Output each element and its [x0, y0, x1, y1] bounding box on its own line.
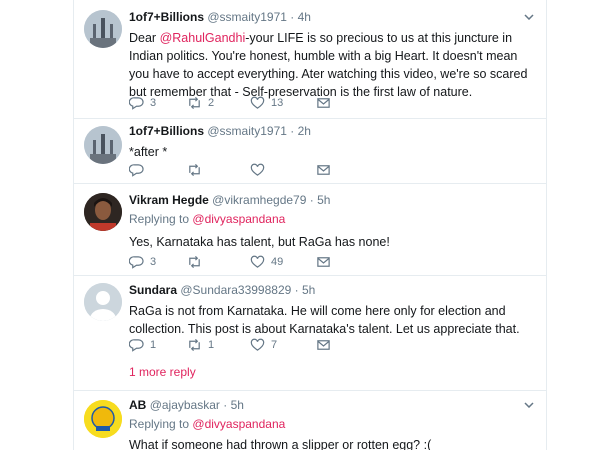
tweet-header: Sundara @Sundara33998829 · 5h: [129, 283, 528, 298]
retweet-button[interactable]: [187, 255, 202, 269]
like-count: 7: [271, 339, 278, 351]
avatar-image: [84, 126, 122, 164]
tweet[interactable]: Vikram Hegde @vikramhegde79 · 5h Replyin…: [74, 183, 546, 276]
display-name[interactable]: Sundara: [129, 283, 177, 297]
reply-count: 1: [150, 339, 157, 351]
replying-to-label: Replying to: [129, 417, 190, 431]
like-icon: [250, 96, 265, 109]
like-button[interactable]: 7: [250, 338, 277, 352]
more-replies-link[interactable]: 1 more reply: [129, 365, 196, 379]
reply-button[interactable]: [129, 163, 144, 177]
reply-icon: [129, 164, 144, 177]
reply-icon: [129, 256, 144, 269]
reply-button[interactable]: 1: [129, 338, 156, 352]
reply-count: 3: [150, 97, 157, 109]
tweet-header: AB @ajaybaskar · 5h: [129, 398, 528, 413]
reply-button[interactable]: 3: [129, 255, 156, 269]
like-count: 49: [271, 256, 284, 268]
timestamp[interactable]: · 5h: [295, 283, 316, 297]
chevron-down-icon[interactable]: [524, 402, 534, 408]
tweet-header: 1of7+Billions @ssmaity1971 · 2h: [129, 124, 528, 139]
reply-button[interactable]: 3: [129, 96, 156, 110]
tweet[interactable]: 1of7+Billions @ssmaity1971 · 4h Dear @Ra…: [74, 0, 546, 119]
replying-to: Replying to @divyaspandana: [129, 211, 528, 227]
timestamp[interactable]: · 2h: [290, 124, 311, 138]
avatar[interactable]: [84, 10, 122, 48]
user-handle[interactable]: @ssmaity1971: [207, 124, 287, 138]
tweet[interactable]: 1of7+Billions @ssmaity1971 · 2h *after *: [74, 118, 546, 184]
user-handle[interactable]: @ajaybaskar: [150, 398, 220, 412]
display-name[interactable]: AB: [129, 398, 146, 412]
mention-link[interactable]: @divyaspandana: [192, 212, 285, 226]
reply-icon: [129, 339, 144, 352]
tweet-text-start: Dear: [129, 31, 160, 45]
avatar[interactable]: [84, 283, 122, 321]
like-button[interactable]: [250, 163, 265, 177]
tweet-text: Yes, Karnataka has talent, but RaGa has …: [129, 235, 390, 249]
tweet-text: RaGa is not from Karnataka. He will come…: [129, 304, 520, 336]
like-icon: [250, 163, 265, 176]
message-icon: [317, 257, 330, 267]
message-icon: [317, 165, 330, 175]
message-icon: [317, 340, 330, 350]
tweet-text: *after *: [129, 145, 168, 159]
tweet[interactable]: AB @ajaybaskar · 5h Replying to @divyasp…: [74, 390, 546, 450]
user-handle[interactable]: @ssmaity1971: [207, 10, 287, 24]
avatar[interactable]: [84, 400, 122, 438]
user-handle[interactable]: @vikramhegde79: [212, 193, 306, 207]
retweet-button[interactable]: 2: [187, 96, 214, 110]
retweet-icon: [189, 255, 200, 269]
retweet-count: 2: [208, 97, 215, 109]
chevron-down-icon[interactable]: [524, 14, 534, 20]
timestamp[interactable]: · 4h: [290, 10, 311, 24]
replying-to-label: Replying to: [129, 212, 190, 226]
tweet-text: Dear @RahulGandhi-your LIFE is so precio…: [129, 29, 528, 101]
message-button[interactable]: [316, 96, 331, 110]
tweet-thread: 1of7+Billions @ssmaity1971 · 4h Dear @Ra…: [73, 0, 547, 450]
reply-count: 3: [150, 256, 157, 268]
like-icon: [250, 255, 265, 268]
display-name[interactable]: 1of7+Billions: [129, 124, 204, 138]
like-count: 13: [271, 97, 284, 109]
avatar[interactable]: [84, 126, 122, 164]
avatar[interactable]: [84, 193, 122, 231]
like-button[interactable]: 13: [250, 96, 283, 110]
message-button[interactable]: [316, 338, 331, 352]
like-icon: [250, 338, 265, 351]
reply-icon: [129, 97, 144, 110]
retweet-icon: [189, 338, 200, 352]
tweet[interactable]: Sundara @Sundara33998829 · 5h RaGa is no…: [74, 275, 546, 391]
avatar-image: [84, 10, 122, 48]
tweet-header: Vikram Hegde @vikramhegde79 · 5h: [129, 193, 528, 208]
retweet-count: 1: [208, 339, 215, 351]
like-button[interactable]: 49: [250, 255, 283, 269]
timestamp[interactable]: · 5h: [223, 398, 244, 412]
replying-to: Replying to @divyaspandana: [129, 416, 528, 432]
retweet-button[interactable]: [187, 163, 202, 177]
retweet-icon: [189, 96, 200, 110]
message-button[interactable]: [316, 255, 331, 269]
tweet-header: 1of7+Billions @ssmaity1971 · 4h: [129, 10, 528, 25]
user-handle[interactable]: @Sundara33998829: [180, 283, 291, 297]
retweet-icon: [189, 163, 200, 177]
display-name[interactable]: Vikram Hegde: [129, 193, 209, 207]
mention-link[interactable]: @RahulGandhi: [160, 31, 246, 45]
tweet-text: What if someone had thrown a slipper or …: [129, 438, 432, 450]
timestamp[interactable]: · 5h: [310, 193, 331, 207]
message-button[interactable]: [316, 163, 331, 177]
message-icon: [317, 98, 330, 108]
default-avatar-icon: [84, 283, 122, 321]
mention-link[interactable]: @divyaspandana: [192, 417, 285, 431]
avatar-image: [84, 193, 122, 231]
display-name[interactable]: 1of7+Billions: [129, 10, 204, 24]
retweet-button[interactable]: 1: [187, 338, 214, 352]
avatar-image: [84, 400, 122, 438]
